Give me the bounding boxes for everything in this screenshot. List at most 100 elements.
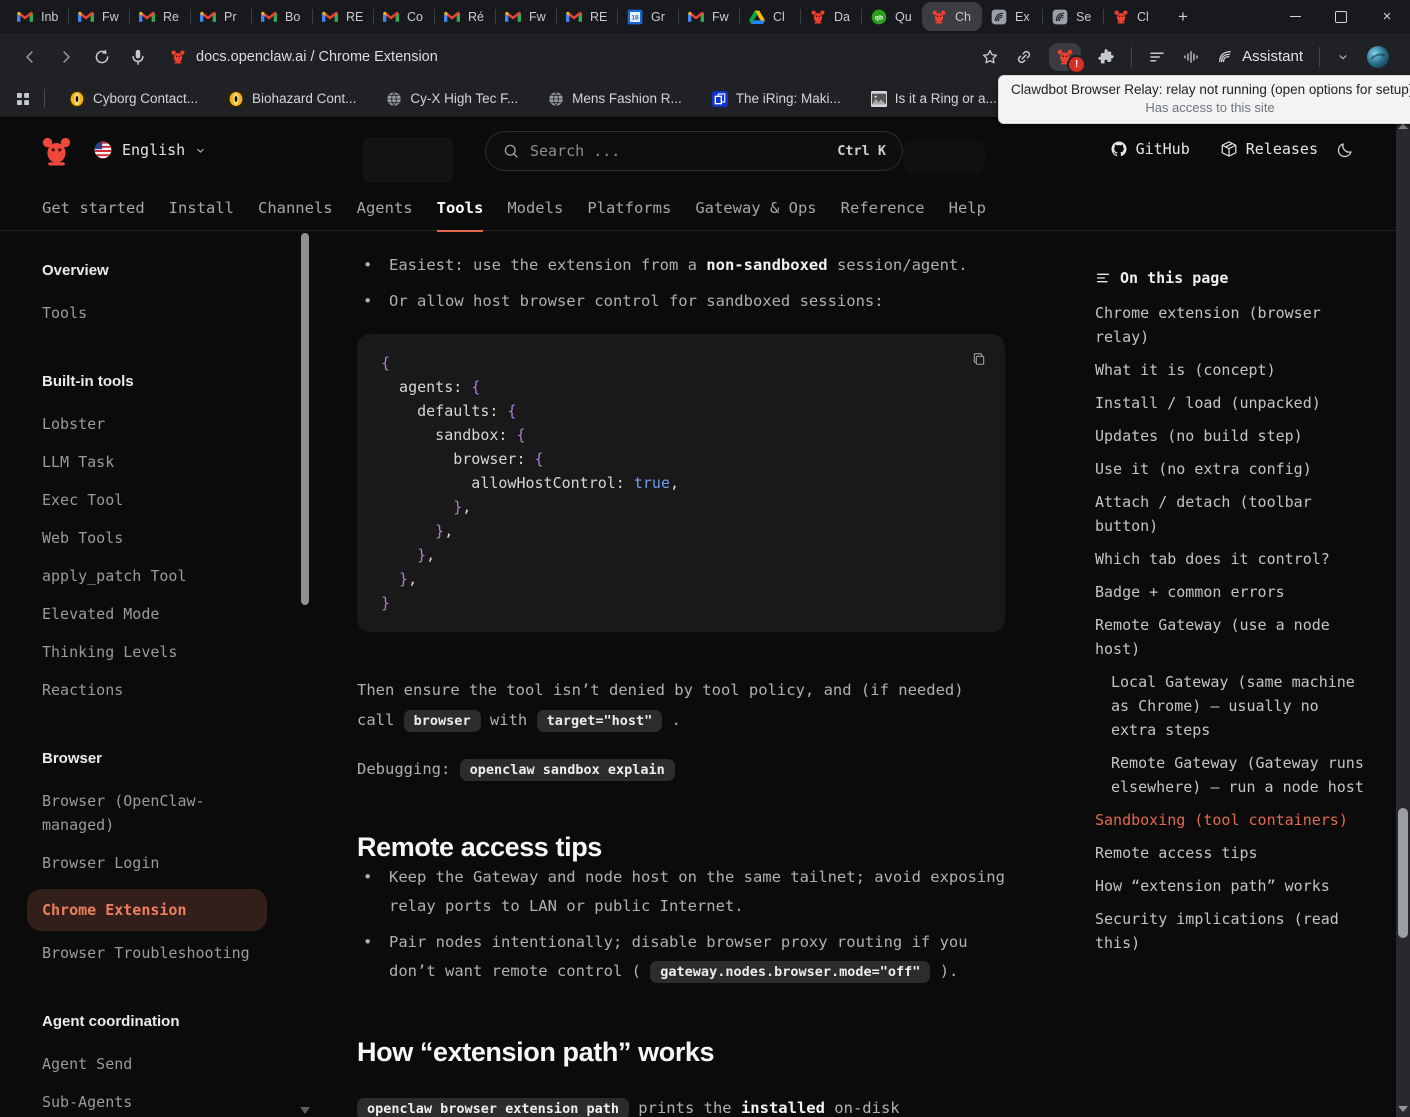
nav-item-get-started[interactable]: Get started	[42, 186, 145, 231]
toc-item-install-load-unpacked-[interactable]: Install / load (unpacked)	[1095, 391, 1365, 415]
tab-active[interactable]: Ch	[922, 2, 982, 31]
extensions-puzzle-icon[interactable]	[1097, 48, 1115, 66]
tab[interactable]: Fw	[69, 0, 129, 33]
tab[interactable]: Se	[1043, 0, 1103, 33]
reading-list-icon[interactable]	[1148, 48, 1166, 66]
sidebar-item-llm-task[interactable]: LLM Task	[27, 450, 267, 474]
sidebar-item-lobster[interactable]: Lobster	[27, 412, 267, 436]
tab[interactable]: Fw	[496, 0, 556, 33]
bookmark[interactable]: The iRing: Maki...	[712, 91, 841, 107]
tab[interactable]: RE	[313, 0, 373, 33]
openclaw-logo-icon[interactable]	[40, 135, 73, 168]
toc-item-remote-access-tips[interactable]: Remote access tips	[1095, 841, 1365, 865]
sidebar-item-browser-troubleshooting[interactable]: Browser Troubleshooting	[27, 941, 267, 965]
tab[interactable]: RE	[557, 0, 617, 33]
toc-item-badge-common-errors[interactable]: Badge + common errors	[1095, 580, 1365, 604]
sidebar-item-browser-login[interactable]: Browser Login	[27, 851, 267, 875]
close-button[interactable]: ×	[1364, 0, 1410, 33]
sidebar-scroll-down-icon[interactable]	[300, 1107, 310, 1114]
nav-item-help[interactable]: Help	[949, 186, 986, 231]
tab[interactable]: Ex	[982, 0, 1042, 33]
toc-item-chrome-extension-browser-relay-[interactable]: Chrome extension (browser relay)	[1095, 301, 1365, 349]
bookmark[interactable]: Mens Fashion R...	[548, 91, 682, 107]
copy-code-icon[interactable]	[969, 349, 989, 369]
tab[interactable]: qbQu	[862, 0, 922, 33]
page-scrollbar[interactable]	[1396, 118, 1410, 1117]
github-link[interactable]: GitHub	[1110, 140, 1190, 158]
toc-item-attach-detach-toolbar-button-[interactable]: Attach / detach (toolbar button)	[1095, 490, 1365, 538]
nav-item-channels[interactable]: Channels	[258, 186, 333, 231]
sidebar-item-chrome-extension[interactable]: Chrome Extension	[27, 889, 267, 931]
sidebar-scrollbar-thumb[interactable]	[301, 233, 309, 605]
toc-item-security-implications-read-this-[interactable]: Security implications (read this)	[1095, 907, 1365, 955]
qb-favicon-icon: qb	[871, 9, 887, 25]
voice-wave-icon[interactable]	[1182, 48, 1200, 66]
url-text[interactable]: docs.openclaw.ai / Chrome Extension	[196, 49, 438, 65]
address-bar[interactable]: docs.openclaw.ai / Chrome Extension	[170, 49, 438, 65]
tab[interactable]: Re	[130, 0, 190, 33]
sidebar-item-web-tools[interactable]: Web Tools	[27, 526, 267, 550]
releases-link[interactable]: Releases	[1220, 140, 1318, 158]
sidebar-item-thinking-levels[interactable]: Thinking Levels	[27, 640, 267, 664]
sidebar-item-exec-tool[interactable]: Exec Tool	[27, 488, 267, 512]
nav-item-platforms[interactable]: Platforms	[587, 186, 671, 231]
bookmark-star-icon[interactable]	[981, 48, 999, 66]
reload-icon[interactable]	[84, 48, 120, 66]
svg-text:18: 18	[631, 14, 639, 21]
tab[interactable]: Inb	[8, 0, 68, 33]
sidebar-item-elevated-mode[interactable]: Elevated Mode	[27, 602, 267, 626]
nav-item-reference[interactable]: Reference	[841, 186, 925, 231]
apps-grid-icon[interactable]	[14, 90, 32, 108]
search-input[interactable]: Search ... Ctrl K	[485, 131, 903, 171]
new-tab-button[interactable]: +	[1170, 0, 1196, 33]
tab[interactable]: Co	[374, 0, 434, 33]
bookmark[interactable]: Cy-X High Tec F...	[386, 91, 518, 107]
maximize-button[interactable]	[1318, 0, 1364, 33]
relay-extension-button[interactable]: !	[1049, 43, 1081, 71]
copy-link-icon[interactable]	[1015, 48, 1033, 66]
page-scrollbar-thumb[interactable]	[1398, 808, 1408, 938]
bookmark[interactable]: Biohazard Cont...	[228, 91, 356, 107]
tab[interactable]: Fw	[679, 0, 739, 33]
toc-item-which-tab-does-it-control-[interactable]: Which tab does it control?	[1095, 547, 1365, 571]
sidebar-item-agent-send[interactable]: Agent Send	[27, 1052, 267, 1076]
nav-item-gateway-ops[interactable]: Gateway & Ops	[695, 186, 816, 231]
sidebar-item-tools[interactable]: Tools	[27, 301, 267, 325]
toc-item-updates-no-build-step-[interactable]: Updates (no build step)	[1095, 424, 1365, 448]
nav-item-agents[interactable]: Agents	[357, 186, 413, 231]
tab[interactable]: Cl	[1104, 0, 1164, 33]
tab[interactable]: Bo	[252, 0, 312, 33]
profile-avatar[interactable]	[1366, 45, 1390, 69]
assistant-button[interactable]: Assistant	[1216, 48, 1303, 66]
toc-item-local-gateway-same-machine-as-chrome-usu[interactable]: Local Gateway (same machine as Chrome) —…	[1095, 670, 1365, 742]
bookmark[interactable]: Is it a Ring or a...	[871, 91, 997, 107]
toc-item-how-extension-path-works[interactable]: How “extension path” works	[1095, 874, 1365, 898]
toc-item-what-it-is-concept-[interactable]: What it is (concept)	[1095, 358, 1365, 382]
sidebar-item-browser-openclaw-managed-[interactable]: Browser (OpenClaw-managed)	[27, 789, 267, 837]
toc-item-remote-gateway-use-a-node-host-[interactable]: Remote Gateway (use a node host)	[1095, 613, 1365, 661]
nav-item-install[interactable]: Install	[169, 186, 234, 231]
tab[interactable]: Pr	[191, 0, 251, 33]
tab[interactable]: Ré	[435, 0, 495, 33]
minimize-button[interactable]	[1272, 0, 1318, 33]
toc-item-use-it-no-extra-config-[interactable]: Use it (no extra config)	[1095, 457, 1365, 481]
bookmark[interactable]: Cyborg Contact...	[69, 91, 198, 107]
back-icon[interactable]	[12, 48, 48, 66]
scroll-down-icon[interactable]	[1398, 1106, 1408, 1112]
chevron-down-icon[interactable]	[1336, 50, 1350, 64]
toc-item-sandboxing-tool-containers-[interactable]: Sandboxing (tool containers)	[1095, 808, 1365, 832]
tab[interactable]: Da	[801, 0, 861, 33]
sidebar-item-reactions[interactable]: Reactions	[27, 678, 267, 702]
tab[interactable]: Cl	[740, 0, 800, 33]
nav-item-models[interactable]: Models	[507, 186, 563, 231]
sidebar-item-sub-agents[interactable]: Sub-Agents	[27, 1090, 267, 1114]
language-selector[interactable]: English	[93, 140, 207, 160]
toc-item-remote-gateway-gateway-runs-elsewhere-ru[interactable]: Remote Gateway (Gateway runs elsewhere) …	[1095, 751, 1365, 799]
nav-item-tools[interactable]: Tools	[437, 186, 484, 231]
sidebar-item-apply-patch-tool[interactable]: apply_patch Tool	[27, 564, 267, 588]
microphone-icon[interactable]	[120, 48, 156, 66]
tab[interactable]: 18Gr	[618, 0, 678, 33]
dark-mode-moon-icon[interactable]	[1336, 141, 1354, 159]
tab-label: Co	[407, 10, 423, 24]
forward-icon[interactable]	[48, 48, 84, 66]
